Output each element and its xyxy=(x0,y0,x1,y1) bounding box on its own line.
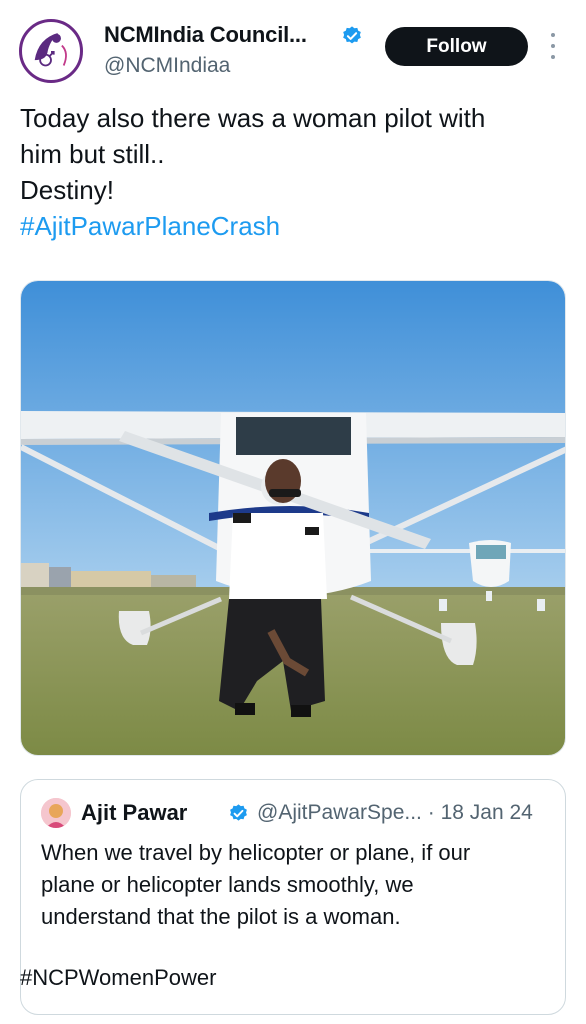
tweet-text-line: Today also there was a woman pilot with xyxy=(20,103,486,133)
follow-button[interactable]: Follow xyxy=(385,27,528,66)
quoted-author-avatar[interactable] xyxy=(41,798,71,828)
quoted-tweet-text: When we travel by helicopter or plane, i… xyxy=(41,837,551,933)
tweet-text: Today also there was a woman pilot with … xyxy=(20,100,570,244)
author-display-name[interactable]: NCMIndia Council... xyxy=(104,22,307,48)
tweet-header: NCMIndia Council... @NCMIndiaa Follow xyxy=(0,0,586,96)
photo-icon xyxy=(21,281,565,755)
tweet-photo[interactable] xyxy=(20,280,566,756)
quoted-author-handle[interactable]: @AjitPawarSpe... xyxy=(257,801,422,824)
quoted-author-meta: @AjitPawarSpe... · 18 Jan 24 xyxy=(257,801,533,825)
quoted-hashtag[interactable]: #NCPWomenPower xyxy=(20,965,216,991)
meta-separator: · xyxy=(427,801,435,824)
verified-badge-icon xyxy=(228,803,249,824)
quoted-text-line: When we travel by helicopter or plane, i… xyxy=(41,840,471,865)
hashtag-link[interactable]: #AjitPawarPlaneCrash xyxy=(20,208,570,244)
verified-badge-icon xyxy=(341,25,363,47)
author-avatar[interactable] xyxy=(19,19,83,83)
quoted-text-line: understand that the pilot is a woman. xyxy=(41,904,401,929)
ncm-logo-icon xyxy=(23,23,79,79)
tweet-text-line: Destiny! xyxy=(20,175,114,205)
quoted-text-line: plane or helicopter lands smoothly, we xyxy=(41,872,414,897)
more-vertical-icon[interactable] xyxy=(544,33,562,59)
quoted-author-name[interactable]: Ajit Pawar xyxy=(81,800,187,826)
avatar-icon xyxy=(41,798,71,828)
author-handle[interactable]: @NCMIndiaa xyxy=(104,54,230,78)
quoted-tweet-date[interactable]: 18 Jan 24 xyxy=(441,801,533,824)
tweet-text-line: him but still.. xyxy=(20,139,165,169)
